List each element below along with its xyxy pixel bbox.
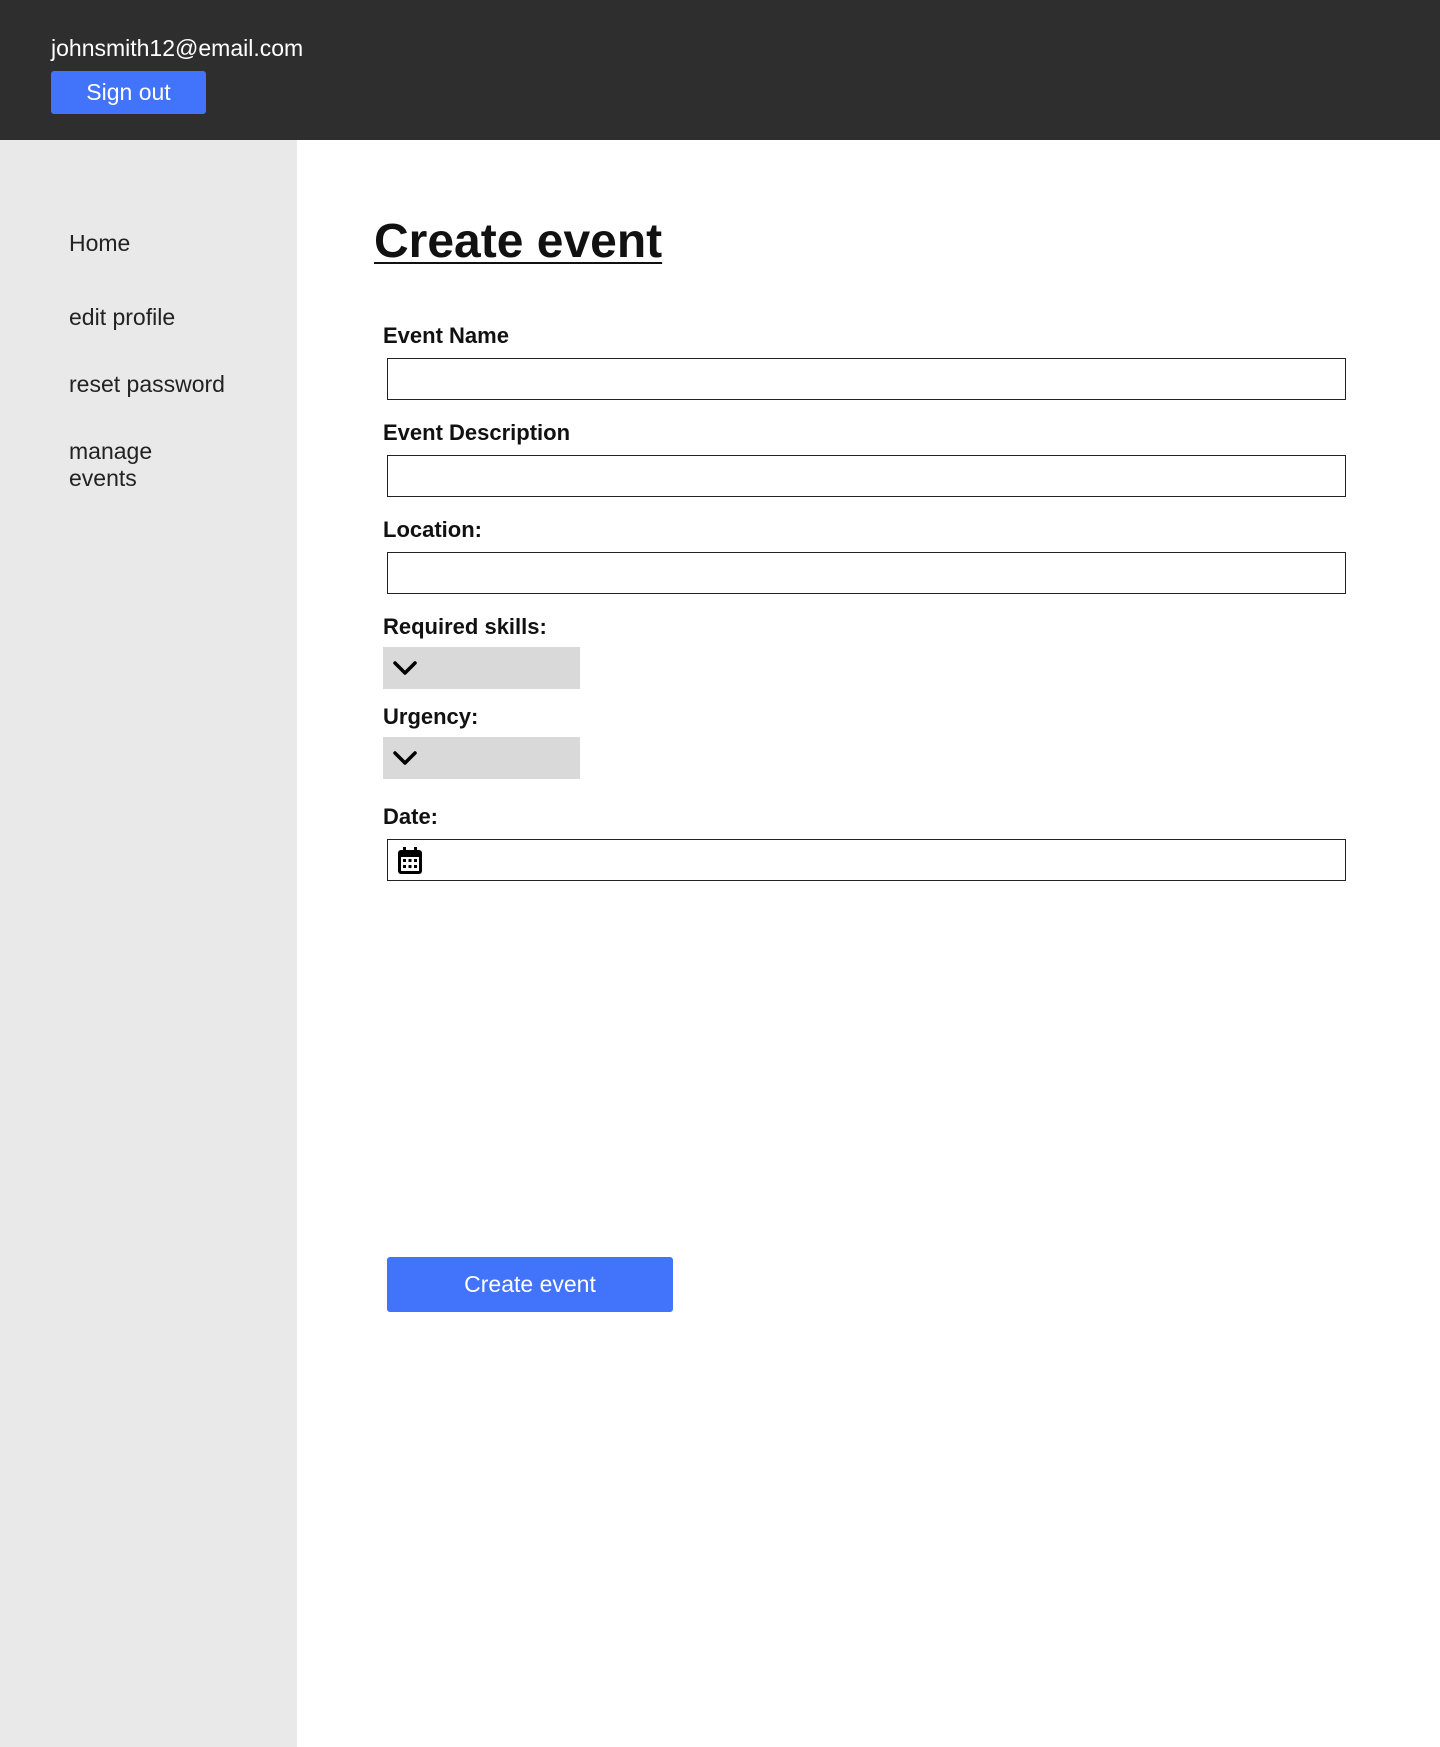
- event-description-input[interactable]: [387, 455, 1346, 497]
- date-label: Date:: [383, 804, 439, 829]
- event-description-label: Event Description: [383, 420, 571, 445]
- date-input[interactable]: [387, 839, 1346, 881]
- required-skills-dropdown[interactable]: [383, 647, 580, 689]
- sidebar-item-home[interactable]: Home: [69, 230, 130, 257]
- calendar-icon[interactable]: [396, 846, 424, 876]
- urgency-label: Urgency:: [383, 704, 479, 729]
- sidebar: Home edit profile reset password manage …: [0, 140, 297, 1747]
- location-input[interactable]: [387, 552, 1346, 594]
- sign-out-button[interactable]: Sign out: [51, 71, 206, 114]
- event-name-input[interactable]: [387, 358, 1346, 400]
- chevron-down-icon: [393, 661, 417, 675]
- sidebar-item-reset-password[interactable]: reset password: [69, 371, 225, 398]
- user-email: johnsmith12@email.com: [51, 35, 304, 61]
- page-title: Create event: [374, 215, 663, 268]
- chevron-down-icon: [393, 751, 417, 765]
- required-skills-label: Required skills:: [383, 614, 547, 639]
- top-header: johnsmith12@email.com Sign out: [0, 0, 1440, 140]
- event-name-label: Event Name: [383, 323, 509, 348]
- sidebar-item-edit-profile[interactable]: edit profile: [69, 304, 175, 331]
- location-label: Location:: [383, 517, 482, 542]
- sidebar-item-manage-events[interactable]: manage events: [69, 438, 209, 492]
- urgency-dropdown[interactable]: [383, 737, 580, 779]
- create-event-button[interactable]: Create event: [387, 1257, 673, 1312]
